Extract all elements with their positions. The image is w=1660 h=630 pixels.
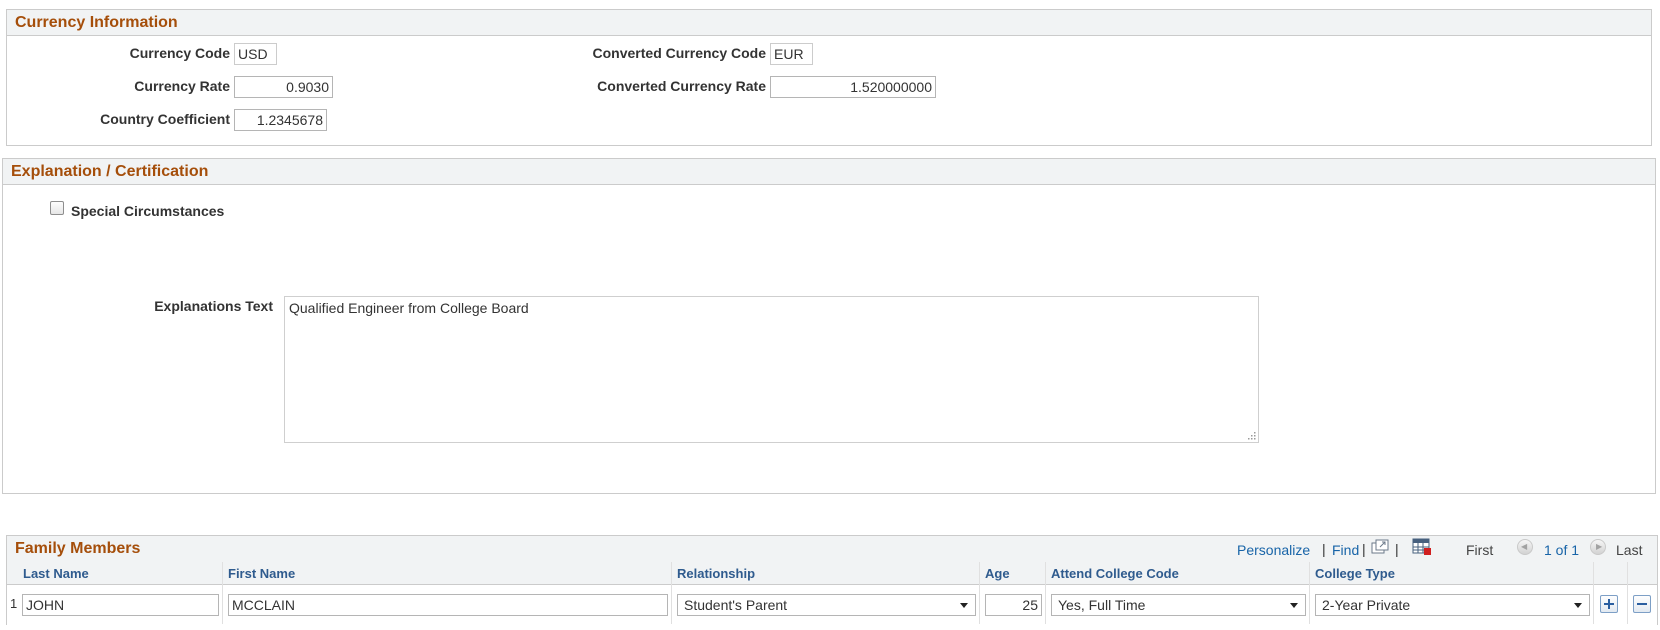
currency-rate-label: Currency Rate	[134, 78, 230, 94]
currency-code-label: Currency Code	[129, 45, 230, 61]
col-header-relationship[interactable]: Relationship	[677, 564, 755, 584]
country-coefficient-label: Country Coefficient	[100, 111, 230, 127]
converted-currency-rate-label: Converted Currency Rate	[597, 78, 766, 94]
column-divider	[1309, 562, 1310, 624]
chevron-down-icon	[1574, 603, 1582, 608]
personalize-link[interactable]: Personalize	[1237, 542, 1310, 558]
college-type-value: 2-Year Private	[1322, 597, 1411, 613]
download-spreadsheet-icon[interactable]	[1412, 538, 1432, 556]
relationship-select[interactable]: Student's Parent	[677, 594, 976, 616]
column-divider	[1045, 562, 1046, 624]
section-title: Currency Information	[15, 14, 178, 31]
explanation-certification-section: Explanation / Certification Special Circ…	[2, 158, 1656, 494]
attend-college-code-select[interactable]: Yes, Full Time	[1051, 594, 1306, 616]
row-number: 1	[10, 596, 18, 611]
column-divider	[671, 562, 672, 624]
resize-grip-icon[interactable]	[1246, 430, 1256, 440]
explanations-text-label: Explanations Text	[154, 298, 273, 314]
col-header-first-name[interactable]: First Name	[228, 564, 295, 584]
last-nav-label: Last	[1616, 542, 1643, 558]
delete-row-button[interactable]	[1633, 595, 1651, 613]
toolbar-separator: |	[1322, 541, 1326, 557]
family-members-grid: Family Members Personalize | Find | | Fi…	[6, 535, 1658, 625]
find-link[interactable]: Find	[1332, 542, 1359, 558]
add-row-button[interactable]	[1600, 595, 1618, 613]
section-header: Currency Information	[7, 10, 1651, 36]
section-title: Family Members	[15, 540, 141, 557]
column-divider	[979, 562, 980, 624]
grid-header: Family Members Personalize | Find | | Fi…	[7, 536, 1657, 563]
explanations-textarea[interactable]: Qualified Engineer from College Board	[284, 296, 1259, 443]
relationship-value: Student's Parent	[684, 597, 788, 613]
currency-code-field: USD	[234, 43, 277, 65]
column-divider	[1593, 562, 1594, 624]
converted-currency-rate-input[interactable]: 1.520000000	[770, 76, 936, 98]
college-type-select[interactable]: 2-Year Private	[1315, 594, 1590, 616]
chevron-down-icon	[1290, 603, 1298, 608]
previous-row-icon[interactable]: ◀	[1517, 539, 1533, 555]
column-divider	[1627, 562, 1628, 624]
row-count: 1 of 1	[1544, 542, 1580, 558]
last-name-input[interactable]: JOHN	[22, 594, 219, 616]
col-header-college-type[interactable]: College Type	[1315, 564, 1395, 584]
converted-currency-code-field: EUR	[770, 43, 813, 65]
minus-icon	[1637, 603, 1647, 605]
chevron-down-icon	[960, 603, 968, 608]
column-divider	[222, 562, 223, 624]
currency-information-section: Currency Information Currency Code USD C…	[6, 9, 1652, 146]
next-row-icon[interactable]: ▶	[1590, 539, 1606, 555]
special-circumstances-checkbox[interactable]	[50, 201, 64, 215]
first-nav-label: First	[1466, 542, 1494, 558]
country-coefficient-input[interactable]: 1.2345678	[234, 109, 327, 131]
col-header-age[interactable]: Age	[985, 564, 1010, 584]
toolbar-separator: |	[1362, 541, 1366, 557]
special-circumstances-label: Special Circumstances	[71, 203, 225, 219]
explanations-text-value: Qualified Engineer from College Board	[289, 300, 529, 316]
plus-icon	[1604, 599, 1614, 609]
section-header: Explanation / Certification	[3, 159, 1655, 185]
col-header-attend-college-code[interactable]: Attend College Code	[1051, 564, 1179, 584]
view-all-icon[interactable]	[1371, 539, 1389, 555]
converted-currency-code-label: Converted Currency Code	[592, 45, 766, 61]
age-input[interactable]: 25	[985, 594, 1042, 616]
first-name-input[interactable]: MCCLAIN	[228, 594, 668, 616]
col-header-last-name[interactable]: Last Name	[23, 564, 89, 584]
currency-rate-input[interactable]: 0.9030	[234, 76, 333, 98]
section-title: Explanation / Certification	[11, 163, 209, 180]
toolbar-separator: |	[1395, 541, 1399, 557]
attend-college-code-value: Yes, Full Time	[1058, 597, 1146, 613]
